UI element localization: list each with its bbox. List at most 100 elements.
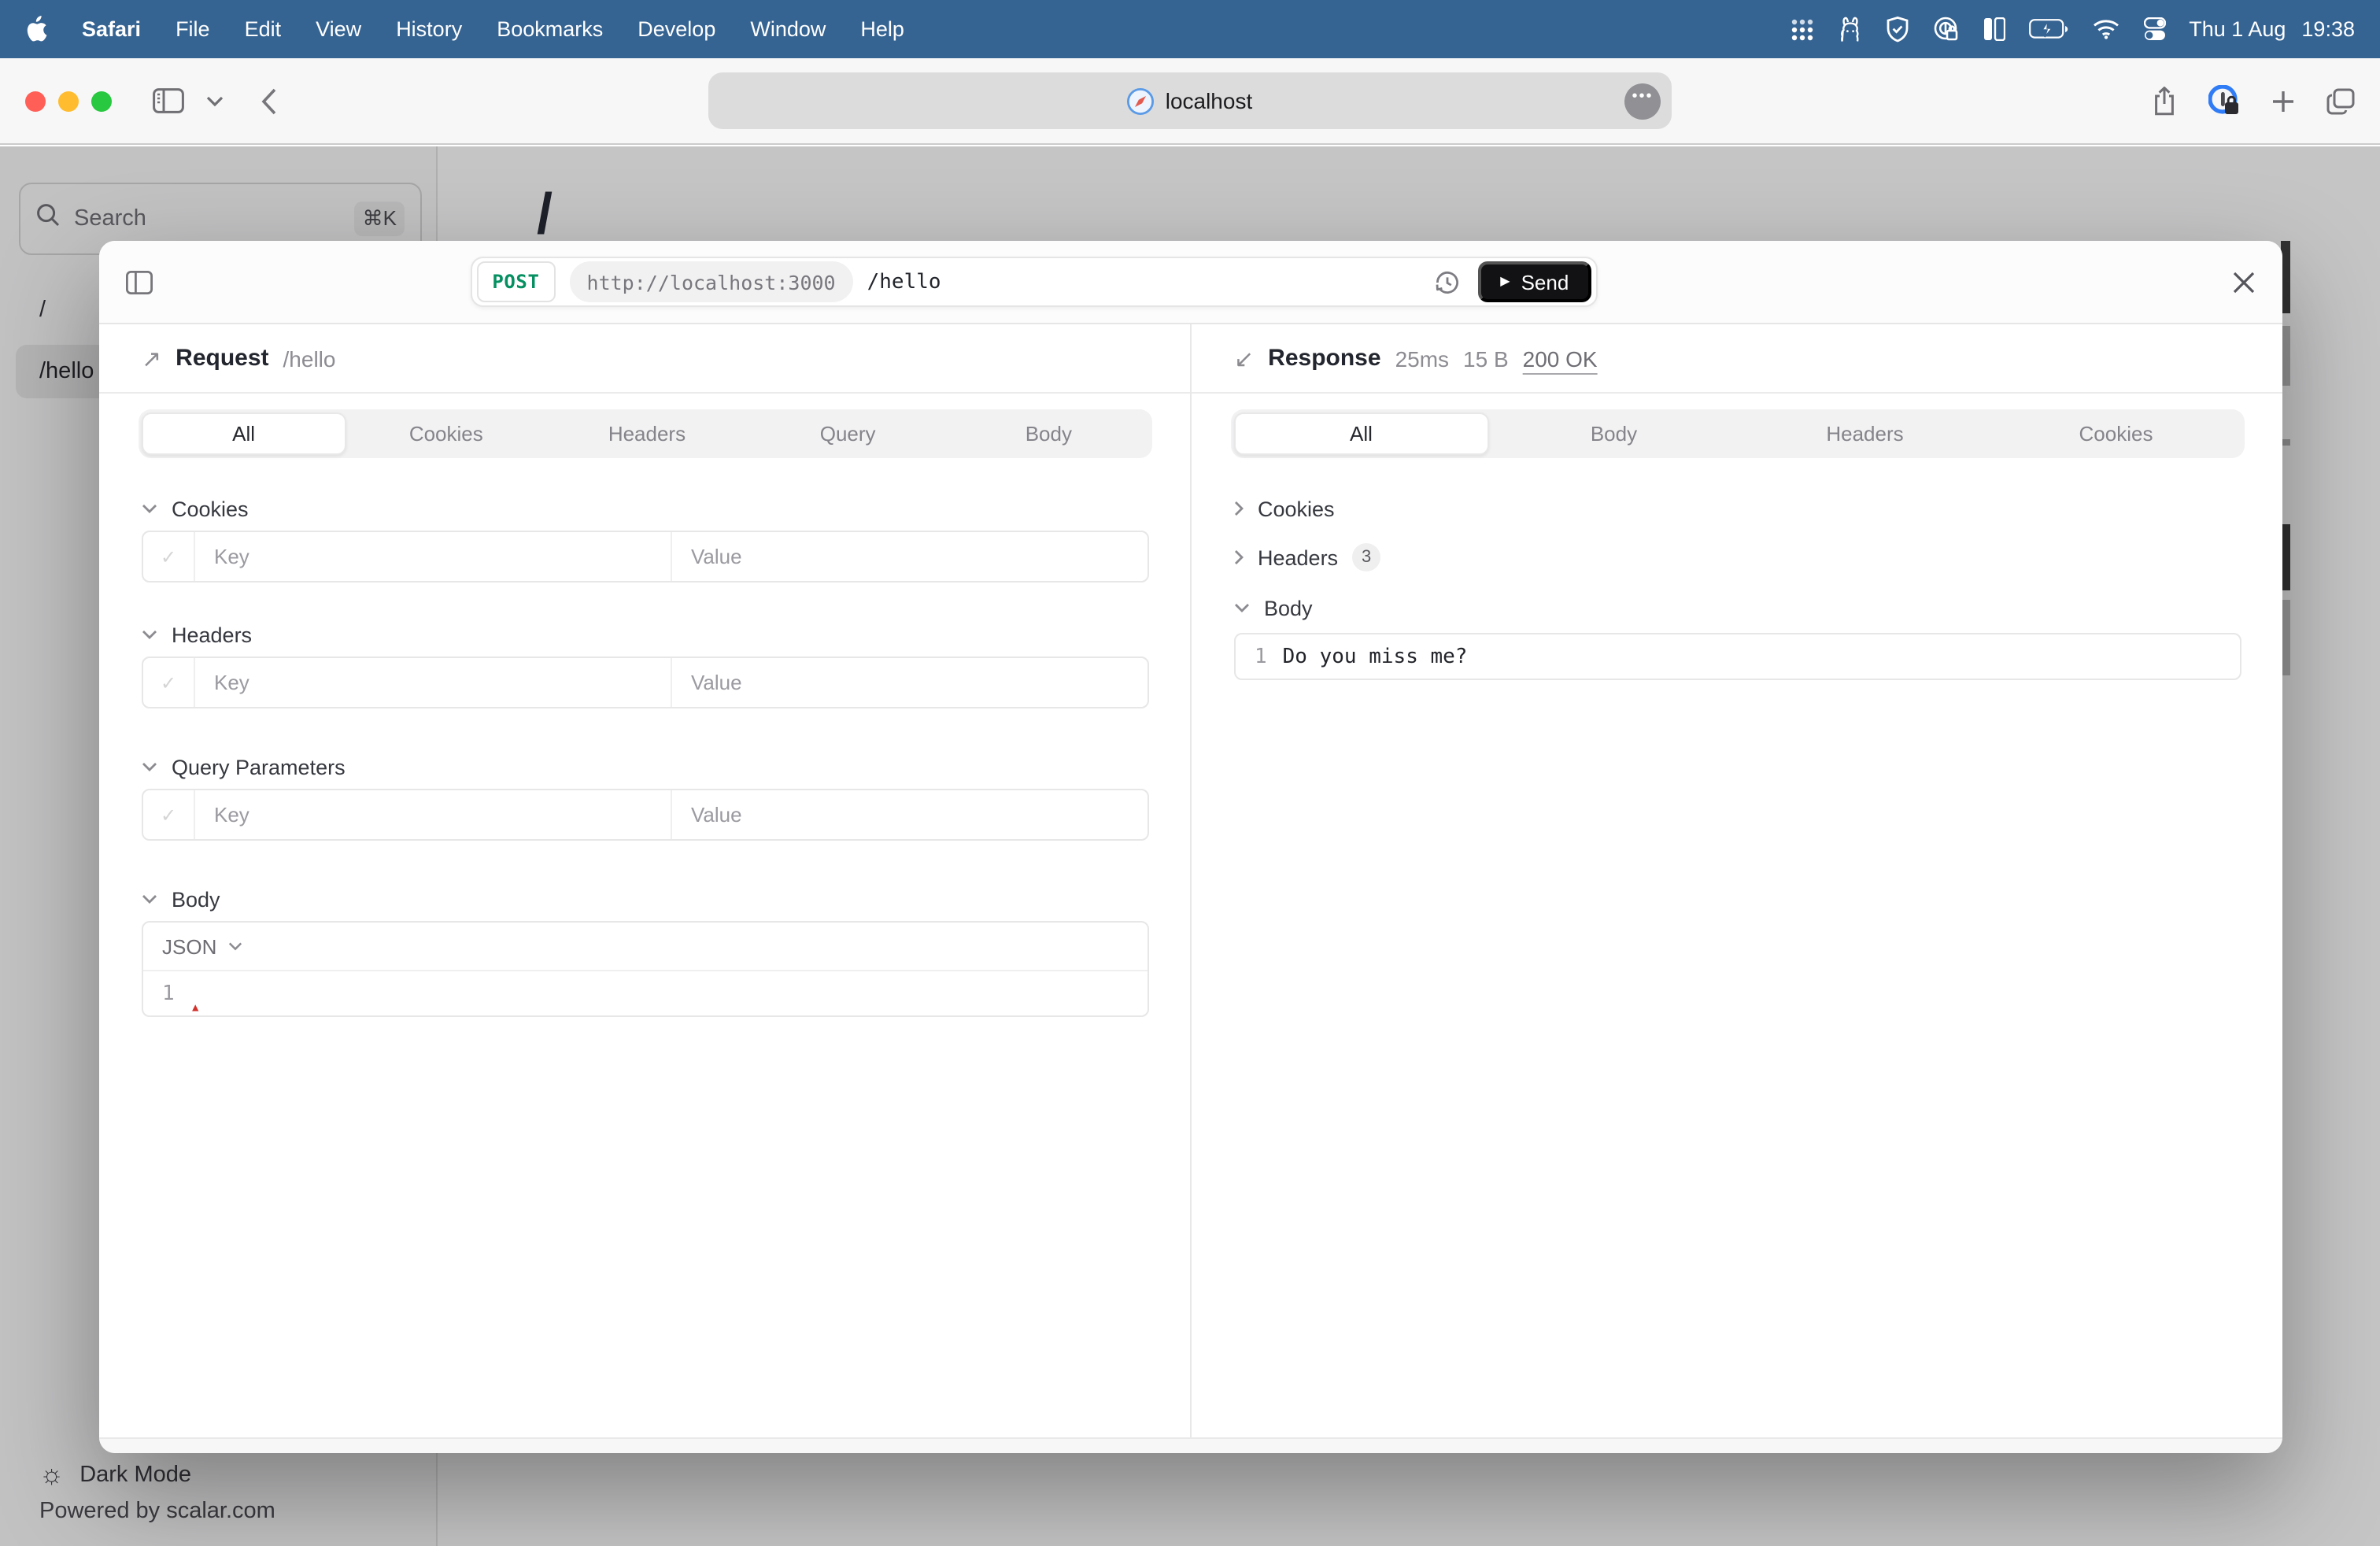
request-address-bar[interactable]: POST http://localhost:3000 /hello ▶ Send	[470, 257, 1597, 307]
api-client-modal: POST http://localhost:3000 /hello ▶ Send	[99, 241, 2282, 1453]
share-button[interactable]	[2152, 86, 2177, 116]
request-cookies-section-toggle[interactable]: Cookies	[142, 493, 1149, 524]
response-headers-section-toggle[interactable]: Headers 3	[1234, 542, 2241, 573]
request-body-heading: Body	[172, 887, 220, 911]
safari-toolbar: localhost •••	[0, 58, 2380, 145]
body-editor-line[interactable]: 1 ▲	[143, 971, 1148, 1015]
app-grid-icon[interactable]	[1789, 17, 1814, 42]
menu-view[interactable]: View	[316, 17, 361, 41]
body-format-select[interactable]: JSON	[143, 923, 1148, 971]
menu-window[interactable]: Window	[750, 17, 826, 41]
request-title: Request	[176, 345, 268, 372]
response-tab-headers[interactable]: Headers	[1739, 412, 1990, 455]
response-body-section-toggle[interactable]: Body	[1234, 592, 2241, 623]
check-icon: ✓	[161, 804, 176, 826]
response-status-badge[interactable]: 200 OK	[1523, 346, 1598, 371]
row-enabled-checkbox[interactable]: ✓	[143, 658, 195, 707]
zoom-window-button[interactable]	[91, 91, 112, 111]
menu-file[interactable]: File	[176, 17, 210, 41]
cookies-kv-row: ✓ Key Value	[142, 531, 1149, 583]
back-button[interactable]	[261, 87, 277, 114]
header-key-input[interactable]: Key	[195, 658, 672, 707]
address-bar-more-button[interactable]: •••	[1624, 83, 1661, 119]
address-bar-host: localhost	[1166, 88, 1253, 113]
request-body-section-toggle[interactable]: Body	[142, 883, 1149, 915]
method-badge[interactable]: POST	[476, 261, 555, 302]
response-size: 15 B	[1463, 346, 1509, 371]
headers-kv-row: ✓ Key Value	[142, 656, 1149, 708]
response-tab-body[interactable]: Body	[1488, 412, 1739, 455]
response-time: 25ms	[1395, 346, 1449, 371]
request-tab-all[interactable]: All	[142, 412, 346, 455]
close-window-button[interactable]	[25, 91, 46, 111]
send-label: Send	[1521, 270, 1569, 294]
page-content: Search ⌘K / /hello ☼ Dark Mode Powered b…	[0, 146, 2380, 1546]
request-tab-body[interactable]: Body	[948, 412, 1149, 455]
chevron-down-icon	[142, 762, 157, 771]
response-body-viewer: 1 Do you miss me?	[1234, 633, 2241, 680]
request-tab-cookies[interactable]: Cookies	[346, 412, 546, 455]
request-headers-heading: Headers	[172, 623, 252, 646]
response-tab-all[interactable]: All	[1234, 412, 1488, 455]
sidebar-toggle-button[interactable]	[153, 88, 184, 113]
menubar-date: Thu 1 Aug	[2189, 17, 2286, 41]
base-url-chip[interactable]: http://localhost:3000	[570, 261, 853, 302]
menubar-app-name[interactable]: Safari	[82, 17, 141, 41]
chevron-down-icon	[142, 504, 157, 513]
response-arrow-icon: ↙	[1234, 344, 1254, 372]
line-number: 1	[1255, 645, 1267, 668]
menubar-time: 19:38	[2301, 17, 2355, 41]
tab-overview-button[interactable]	[2326, 87, 2355, 114]
menu-help[interactable]: Help	[860, 17, 904, 41]
menu-bookmarks[interactable]: Bookmarks	[497, 17, 603, 41]
sidebar-chevron-button[interactable]	[206, 95, 224, 106]
response-cookies-section-toggle[interactable]: Cookies	[1234, 493, 2241, 524]
row-enabled-checkbox[interactable]: ✓	[143, 790, 195, 839]
cookie-value-input[interactable]: Value	[672, 532, 1148, 581]
new-tab-button[interactable]	[2271, 89, 2295, 113]
menu-develop[interactable]: Develop	[638, 17, 715, 41]
chevron-right-icon	[1234, 549, 1244, 565]
shield-check-icon[interactable]	[1885, 16, 1909, 43]
request-tab-headers[interactable]: Headers	[546, 412, 747, 455]
chevron-down-icon	[142, 894, 157, 904]
ollama-icon[interactable]	[1838, 16, 1861, 43]
response-body-line[interactable]: 1 Do you miss me?	[1236, 634, 2240, 679]
window-tiling-icon[interactable]	[1983, 17, 2005, 41]
battery-icon[interactable]	[2028, 19, 2068, 39]
address-bar[interactable]: localhost •••	[708, 72, 1672, 129]
control-center-icon[interactable]	[2143, 17, 2165, 41]
chevron-down-icon	[1234, 603, 1250, 612]
response-headers-heading: Headers	[1258, 546, 1338, 569]
cookie-key-input[interactable]: Key	[195, 532, 672, 581]
minimize-window-button[interactable]	[58, 91, 79, 111]
response-tab-cookies[interactable]: Cookies	[1990, 412, 2241, 455]
request-tab-query[interactable]: Query	[748, 412, 948, 455]
response-cookies-heading: Cookies	[1258, 497, 1335, 520]
chevron-right-icon	[1234, 501, 1244, 516]
history-icon[interactable]	[1434, 268, 1461, 295]
menu-edit[interactable]: Edit	[245, 17, 282, 41]
apple-logo-icon[interactable]	[25, 16, 47, 43]
query-value-input[interactable]: Value	[672, 790, 1148, 839]
menubar-clock[interactable]: Thu 1 Aug 19:38	[2189, 17, 2355, 41]
wifi-icon[interactable]	[2091, 19, 2119, 39]
client-sidebar-toggle-button[interactable]	[126, 270, 153, 294]
request-body-editor: JSON 1 ▲	[142, 921, 1149, 1017]
header-value-input[interactable]: Value	[672, 658, 1148, 707]
request-path-input[interactable]: /hello	[867, 270, 941, 294]
window-controls	[25, 91, 112, 111]
request-query-section-toggle[interactable]: Query Parameters	[142, 751, 1149, 782]
query-key-input[interactable]: Key	[195, 790, 672, 839]
menu-history[interactable]: History	[396, 17, 462, 41]
response-body-text: Do you miss me?	[1283, 645, 1468, 668]
privacy-lock-icon[interactable]	[1932, 16, 1959, 43]
row-enabled-checkbox[interactable]: ✓	[143, 532, 195, 581]
request-path-label: /hello	[283, 346, 336, 371]
send-button[interactable]: ▶ Send	[1478, 261, 1591, 302]
onepassword-button[interactable]	[2208, 85, 2240, 117]
request-headers-section-toggle[interactable]: Headers	[142, 619, 1149, 650]
response-body-heading: Body	[1264, 596, 1313, 620]
chevron-down-icon	[227, 941, 242, 951]
close-modal-button[interactable]	[2232, 270, 2256, 294]
